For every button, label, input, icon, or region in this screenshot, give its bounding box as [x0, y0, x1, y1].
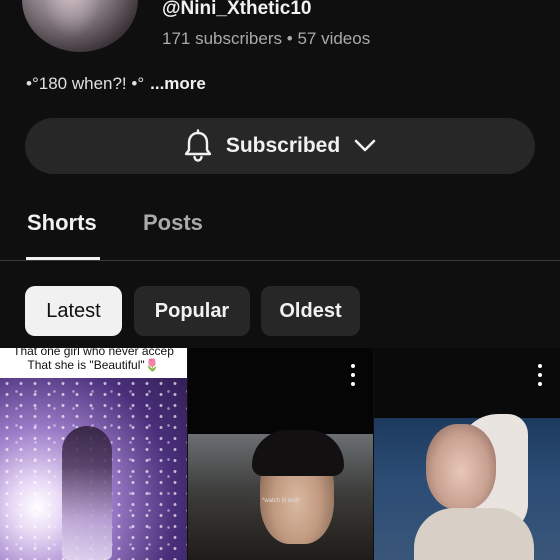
- tabs-divider: [0, 260, 560, 261]
- filter-chip-popular[interactable]: Popular: [134, 286, 250, 336]
- channel-description[interactable]: •°180 when?! •° ...more: [26, 74, 206, 94]
- thumbnail-figure: [62, 426, 112, 560]
- short-thumbnail-2[interactable]: *watch til end*: [188, 348, 373, 560]
- filter-chip-oldest[interactable]: Oldest: [261, 286, 360, 336]
- more-options-icon[interactable]: [535, 364, 545, 386]
- thumbnail-body: [414, 508, 534, 560]
- tab-shorts[interactable]: Shorts: [27, 210, 97, 236]
- chevron-down-icon: [352, 133, 378, 159]
- thumbnail-face: [426, 424, 496, 510]
- tab-posts[interactable]: Posts: [143, 210, 203, 236]
- subscribed-label: Subscribed: [225, 134, 341, 157]
- caption-line-1: That one girl who never accep: [13, 348, 174, 358]
- short-thumbnail-3[interactable]: [374, 348, 560, 560]
- short-thumbnail-1[interactable]: That one girl who never accep That she i…: [0, 348, 187, 560]
- subscribed-button[interactable]: Subscribed: [25, 118, 535, 174]
- thumbnail-image: *watch til end*: [188, 430, 373, 560]
- thumbnail-hair: [252, 430, 344, 476]
- shorts-grid: That one girl who never accep That she i…: [0, 348, 560, 560]
- meta-separator: •: [286, 29, 293, 48]
- channel-tabs: Shorts Posts: [0, 200, 560, 261]
- bell-icon: [182, 129, 214, 163]
- subscriber-count: 171 subscribers: [162, 29, 283, 48]
- caption-line-2: That she is "Beautiful"🌷: [27, 358, 160, 372]
- description-text: •°180 when?! •°: [26, 74, 145, 93]
- video-count: 57 videos: [297, 29, 371, 48]
- channel-page: @Nini_Xthetic10 171 subscribers • 57 vid…: [0, 0, 560, 560]
- thumbnail-image: [374, 414, 560, 560]
- channel-handle: @Nini_Xthetic10: [162, 0, 312, 19]
- thumbnail-overlay-text: *watch til end*: [261, 498, 301, 504]
- more-options-icon[interactable]: [348, 364, 358, 386]
- filter-chip-latest[interactable]: Latest: [25, 286, 122, 336]
- channel-avatar[interactable]: [22, 0, 138, 52]
- channel-meta: 171 subscribers • 57 videos: [162, 29, 370, 49]
- more-link[interactable]: ...more: [150, 74, 206, 93]
- thumbnail-caption: That one girl who never accep That she i…: [0, 348, 187, 378]
